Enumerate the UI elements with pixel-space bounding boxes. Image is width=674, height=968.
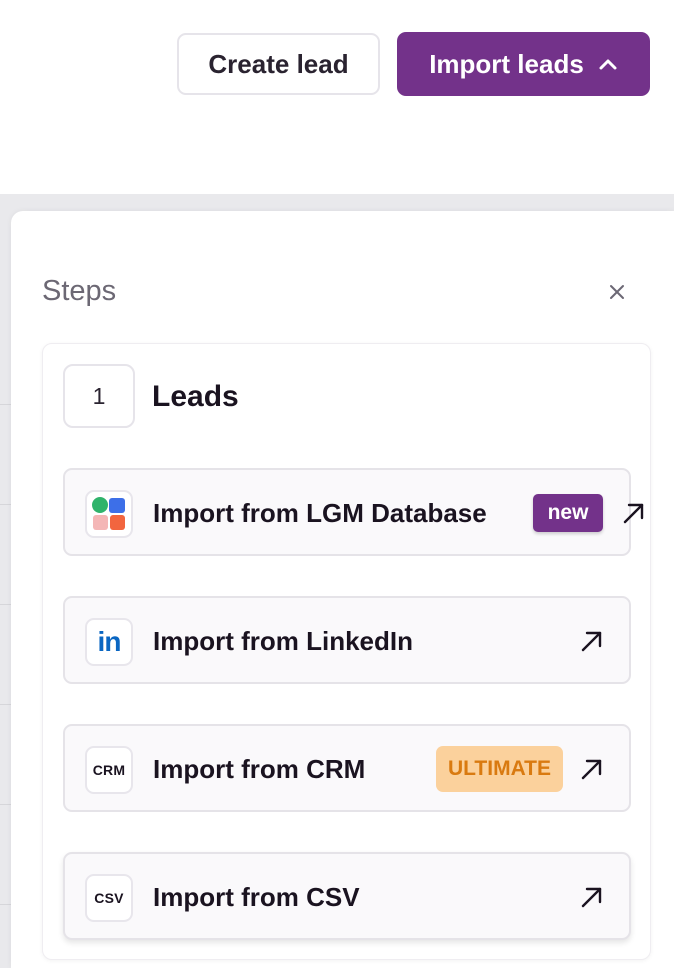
- linkedin-icon-text: in: [97, 626, 122, 657]
- steps-panel: Steps 1 Leads Import from LGM Database n…: [11, 211, 674, 968]
- import-crm-option[interactable]: CRM Import from CRM ULTIMATE: [63, 724, 631, 812]
- step-card: 1 Leads Import from LGM Database new in …: [42, 343, 651, 960]
- close-icon[interactable]: [607, 282, 627, 302]
- crm-icon-text: CRM: [92, 762, 126, 778]
- option-label: Import from LinkedIn: [153, 626, 413, 656]
- new-badge: new: [533, 494, 603, 532]
- arrow-up-right-icon: [579, 756, 605, 782]
- csv-icon: CSV: [85, 874, 133, 922]
- import-linkedin-option[interactable]: in Import from LinkedIn: [63, 596, 631, 684]
- toolbar: Create lead Import leads: [0, 0, 674, 194]
- crm-icon: CRM: [85, 746, 133, 794]
- lgm-logo-icon: [85, 490, 133, 538]
- arrow-up-right-icon: [579, 628, 605, 654]
- import-csv-option[interactable]: CSV Import from CSV: [63, 852, 631, 940]
- arrow-up-right-icon: [579, 884, 605, 910]
- import-leads-label: Import leads: [429, 48, 584, 79]
- page: Create lead Import leads Steps 1 Leads I…: [0, 0, 674, 968]
- panel-title: Steps: [42, 275, 117, 307]
- arrow-up-right-icon: [621, 500, 647, 526]
- option-label: Import from CRM: [153, 754, 366, 784]
- import-leads-button[interactable]: Import leads: [397, 32, 650, 96]
- option-label: Import from LGM Database: [153, 498, 487, 528]
- linkedin-icon: in: [85, 618, 133, 666]
- chevron-up-icon: [599, 59, 617, 70]
- step-title: Leads: [152, 380, 239, 413]
- create-lead-label: Create lead: [208, 48, 349, 79]
- step-number: 1: [63, 364, 135, 428]
- ultimate-badge: ULTIMATE: [436, 746, 563, 792]
- create-lead-button[interactable]: Create lead: [177, 33, 380, 95]
- option-label: Import from CSV: [153, 882, 360, 912]
- csv-icon-text: CSV: [94, 890, 124, 906]
- import-lgm-database-option[interactable]: Import from LGM Database new: [63, 468, 644, 556]
